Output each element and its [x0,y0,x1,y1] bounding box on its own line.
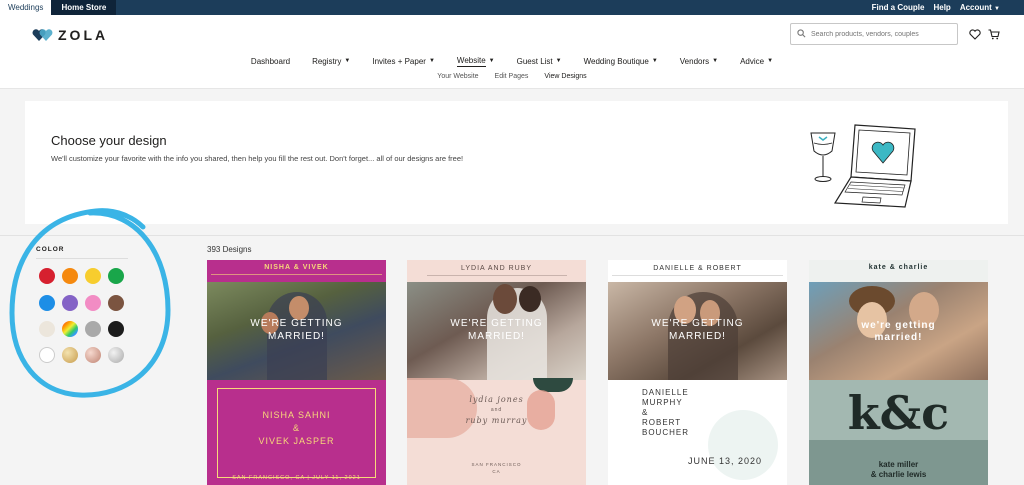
design-nav-rule [211,274,382,275]
design-header: NISHA & VIVEK [264,264,329,271]
design-card[interactable]: LYDIA AND RUBY WE'RE GETTING MARRIED! ly… [407,260,586,485]
chevron-down-icon: ▼ [344,58,351,64]
nav-wedding-boutique[interactable]: Wedding Boutique ▼ [573,55,669,67]
chevron-down-icon: ▼ [712,58,719,64]
chevron-down-icon: ▼ [555,58,562,64]
tab-home-store[interactable]: Home Store [51,0,117,15]
laptop-illustration [805,115,925,220]
headline-line-1: WE'RE GETTING [651,318,744,329]
chevron-down-icon: ▼ [994,6,1000,12]
design-footer: SAN FRANCISCO, CA | JULY 11, 2021 [232,475,361,481]
search-input[interactable] [811,30,951,38]
search-icon [797,25,806,43]
headline-line-1: WE'RE GETTING [250,318,343,329]
design-name-2: ROBERT [642,418,682,427]
design-name-1: kate miller [878,460,919,469]
design-amp: & [292,423,300,433]
nav-invites-paper[interactable]: Invites + Paper ▼ [361,55,446,67]
headline-line-2: MARRIED! [669,331,726,342]
logo-hearts-icon [32,28,54,42]
help-link[interactable]: Help [933,3,950,12]
top-utility-bar: Weddings Home Store Find a Couple Help A… [0,0,1024,15]
search-box[interactable] [790,23,958,45]
nav-dashboard[interactable]: Dashboard [240,55,301,67]
design-count: 393 Designs [207,245,252,254]
account-menu[interactable]: Account ▼ [960,3,1000,12]
design-nav-rule [427,275,567,276]
design-card[interactable]: DANIELLE & ROBERT WE'RE GETTING MARRIED!… [608,260,787,485]
design-card[interactable]: kate & charlie we're getting married! k&… [809,260,988,485]
design-header: kate & charlie [868,264,929,271]
find-a-couple-link[interactable]: Find a Couple [872,3,925,12]
design-footer: JUNE 13, 2020 [688,456,763,466]
headline-line-1: WE'RE GETTING [450,318,543,329]
design-name-1: lydia jones [469,395,524,404]
page-title: Choose your design [51,133,167,148]
design-name-1: NISHA SAHNI [262,410,331,420]
zola-logo[interactable]: ZOLA [32,27,108,43]
tab-weddings[interactable]: Weddings [0,0,52,15]
design-amp: & [642,408,648,417]
logo-wordmark: ZOLA [58,27,109,43]
design-card[interactable]: NISHA & VIVEK WE'RE GETTING MARRIED! NIS… [207,260,386,485]
design-name-2: VIVEK JASPER [258,436,335,446]
chevron-down-icon: ▼ [428,58,435,64]
nav-vendors[interactable]: Vendors ▼ [669,55,729,67]
design-name-2: ruby murray [465,416,528,425]
monogram: k&c [847,386,950,440]
design-name-1: DANIELLE [642,388,689,397]
nav-advice[interactable]: Advice ▼ [729,55,784,67]
site-header: ZOLA Dashboard Registry▼ Invites + Paper… [0,15,1024,89]
design-header: DANIELLE & ROBERT [653,265,742,272]
design-footer-2: CA [492,469,501,474]
subnav-edit-pages[interactable]: Edit Pages [495,73,529,80]
subnav-your-website[interactable]: Your Website [437,73,478,80]
chevron-down-icon: ▼ [767,58,774,64]
headline-line-2: MARRIED! [468,331,525,342]
nav-guest-list[interactable]: Guest List ▼ [506,55,573,67]
subnav-view-designs[interactable]: View Designs [544,73,586,80]
heart-icon[interactable] [968,27,982,41]
design-amp: and [490,407,503,413]
nav-registry[interactable]: Registry ▼ [301,55,361,67]
design-name-2: & charlie lewis [870,470,927,479]
website-subnav: Your Website Edit Pages View Designs [0,73,1024,80]
design-name-1b: MURPHY [642,398,683,407]
design-footer: SAN FRANCISCO [471,462,522,467]
headline-line-1: we're getting [861,320,936,331]
headline-line-2: MARRIED! [268,331,325,342]
main-nav: Dashboard Registry ▼ Invites + Paper ▼ Web… [0,55,1024,67]
ornament-frame [217,388,376,478]
highlight-circle-annotation [9,208,171,398]
cart-icon[interactable] [987,27,1001,41]
intro-text: We'll customize your favorite with the i… [51,154,464,163]
design-name-2b: BOUCHER [642,428,690,437]
nav-website[interactable]: Website ▼ [446,55,506,67]
headline-line-2: married! [874,332,923,343]
design-nav-rule [612,275,783,276]
chevron-down-icon: ▼ [488,58,495,64]
design-header: LYDIA AND RUBY [460,265,533,272]
decor-shape [708,410,778,480]
chevron-down-icon: ▼ [651,58,658,64]
